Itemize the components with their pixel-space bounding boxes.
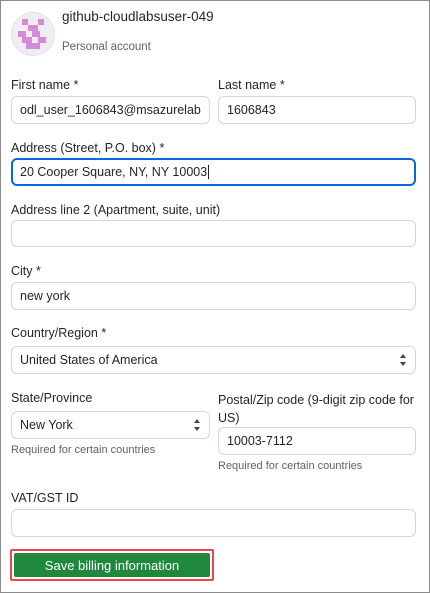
save-billing-button[interactable]: Save billing information (14, 553, 210, 577)
first-name-label: First name * (11, 78, 79, 92)
postal-label: Postal/Zip code (9-digit zip code for US… (218, 393, 414, 425)
last-name-field[interactable]: 1606843 (218, 96, 416, 124)
select-arrows-icon (193, 419, 201, 431)
vat-label: VAT/GST ID (11, 491, 79, 505)
country-value: United States of America (20, 353, 158, 367)
address2-label: Address line 2 (Apartment, suite, unit) (11, 203, 221, 217)
account-type: Personal account (62, 41, 151, 53)
first-name-value: odl_user_1606843@msazurelab (20, 103, 201, 117)
address-field[interactable]: 20 Cooper Square, NY, NY 10003 (11, 158, 416, 186)
address-label: Address (Street, P.O. box) * (11, 141, 165, 155)
country-label: Country/Region * (11, 326, 107, 340)
last-name-label: Last name * (218, 78, 285, 92)
country-select[interactable]: United States of America (11, 346, 416, 374)
postal-value: 10003-7112 (227, 434, 293, 448)
state-hint: Required for certain countries (11, 444, 156, 456)
text-cursor (208, 165, 210, 179)
state-value: New York (20, 418, 73, 432)
first-name-field[interactable]: odl_user_1606843@msazurelab (11, 96, 210, 124)
city-label: City * (11, 264, 41, 278)
avatar (11, 12, 55, 56)
city-field[interactable]: new york (11, 282, 416, 310)
last-name-value: 1606843 (227, 103, 276, 117)
address2-field[interactable] (11, 220, 416, 247)
postal-hint: Required for certain countries (218, 460, 363, 472)
select-arrows-icon (399, 354, 407, 366)
vat-field[interactable] (11, 509, 416, 537)
postal-field[interactable]: 10003-7112 (218, 427, 416, 455)
account-username: github-cloudlabsuser-049 (62, 9, 214, 24)
address-value: 20 Cooper Square, NY, NY 10003 (20, 165, 208, 179)
state-label: State/Province (11, 391, 93, 405)
state-select[interactable]: New York (11, 411, 210, 439)
city-value: new york (20, 289, 71, 303)
